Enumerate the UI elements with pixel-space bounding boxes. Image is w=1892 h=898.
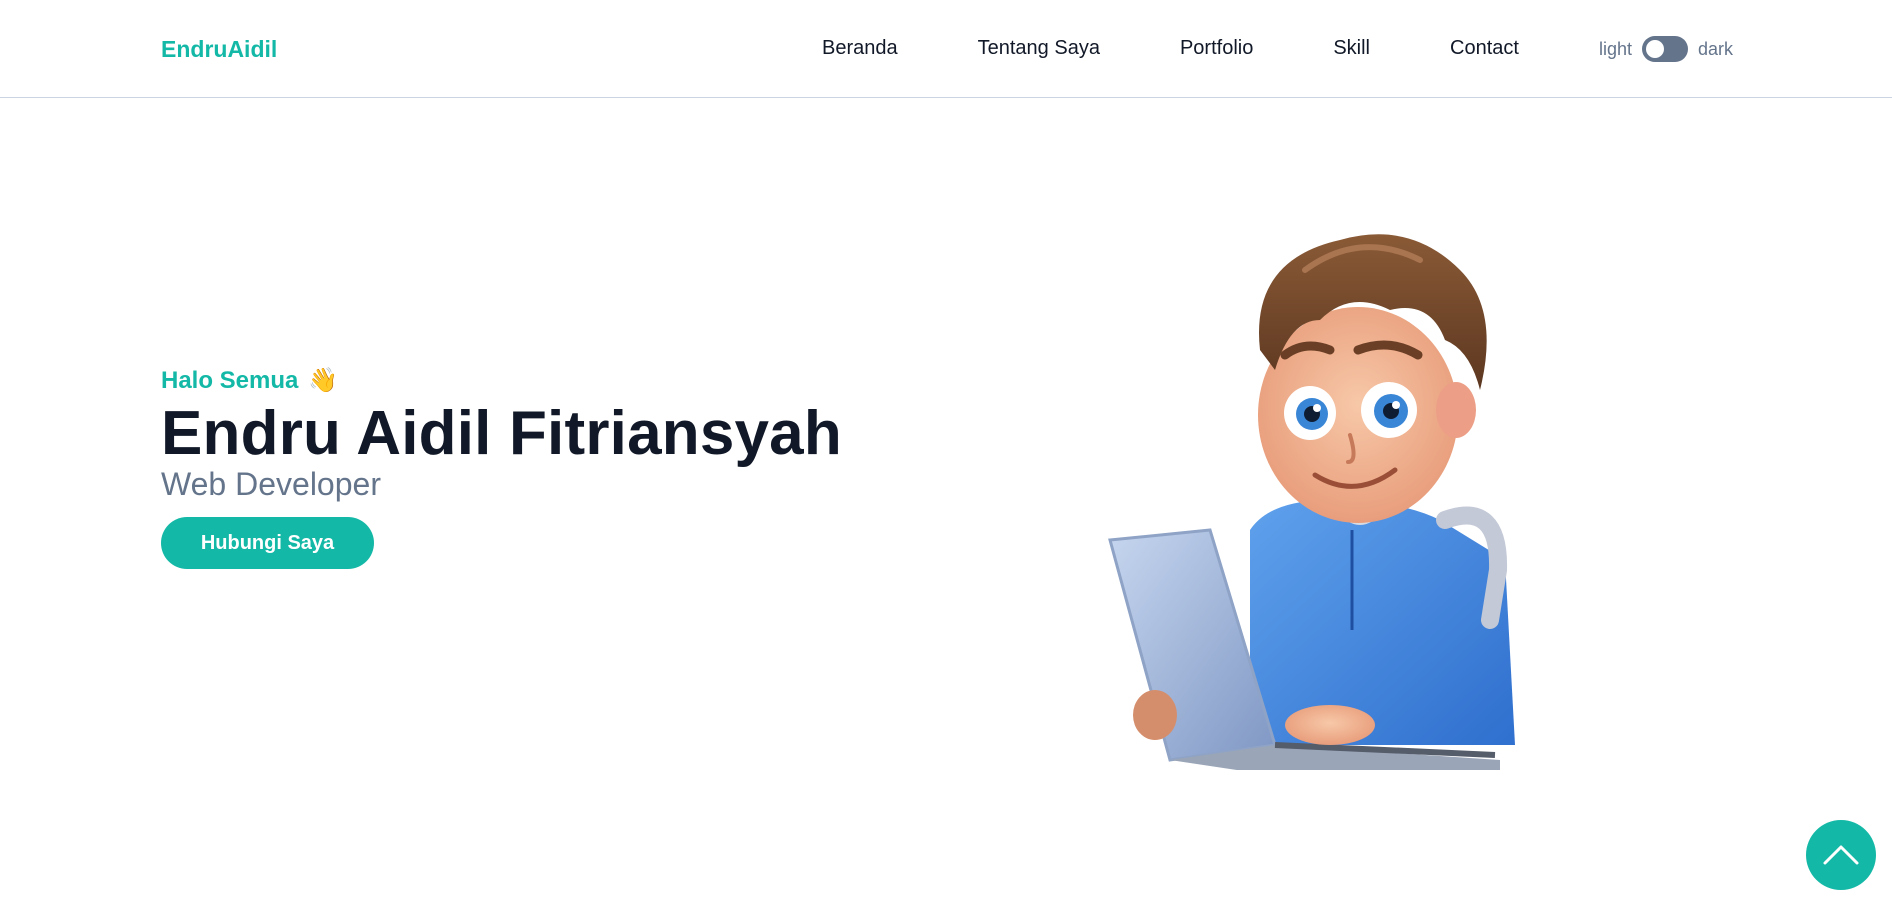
theme-light-label: light [1599,38,1633,59]
nav-item-portfolio[interactable]: Portfolio [1180,37,1253,60]
hero-greeting: Halo Semua 👋 [161,366,842,395]
waving-hand-icon: 👋 [308,367,339,394]
hero-role: Web Developer [161,466,381,503]
boy-with-laptop-avatar [1100,200,1540,775]
back-to-top-button[interactable] [1806,820,1876,890]
main-nav: Beranda Tentang Saya Portfolio Skill Con… [822,37,1519,60]
nav-item-contact[interactable]: Contact [1450,37,1519,60]
theme-switcher: light dark [1599,34,1733,64]
nav-item-tentang-saya[interactable]: Tentang Saya [978,37,1100,60]
hero-name: Endru Aidil Fitriansyah [161,399,842,468]
theme-dark-label: dark [1698,38,1734,59]
toggle-knob [1646,40,1665,58]
nav-item-skill[interactable]: Skill [1333,37,1370,60]
contact-me-button[interactable]: Hubungi Saya [161,517,374,570]
hero-section: Halo Semua 👋 Endru Aidil Fitriansyah Web… [161,366,842,570]
chevron-up-icon [1823,845,1859,865]
site-logo[interactable]: EndruAidil [161,36,277,63]
site-header: EndruAidil Beranda Tentang Saya Portfoli… [0,0,1892,98]
dark-mode-toggle[interactable] [1642,36,1689,62]
nav-item-beranda[interactable]: Beranda [822,37,898,60]
hero-greeting-text: Halo Semua [161,366,299,394]
